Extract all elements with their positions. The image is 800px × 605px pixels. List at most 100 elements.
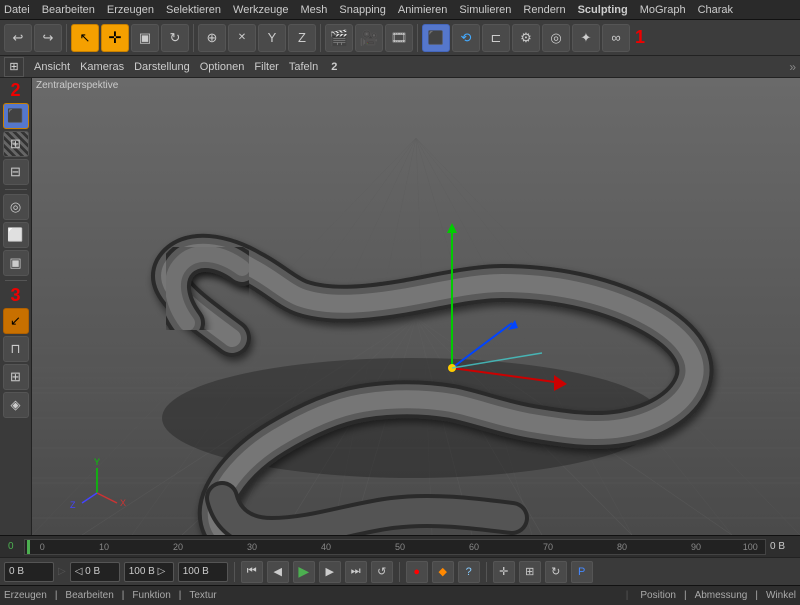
menu-werkzeuge[interactable]: Werkzeuge [233,4,288,16]
sidebar: 2 ⬛ ⊞ ⊟ ◎ ⬜ ▣ 3 ↙ ⊓ ⊞ ◈ [0,78,32,535]
viewport[interactable]: Zentralperspektive [32,78,800,535]
loop-btn[interactable]: ↺ [371,561,393,583]
toolbar-separator [66,24,67,52]
grid2-btn[interactable]: ⊞ [3,364,29,390]
tr-arrow: ▷ [58,566,66,577]
tl-90: 90 [691,542,701,552]
status-winkel: Winkel [766,590,796,601]
status-erzeugen[interactable]: Erzeugen [4,590,47,601]
status-divider: | [626,590,629,601]
prev-frame-btn[interactable]: ◀ [267,561,289,583]
label-1: 1 [635,27,645,48]
timeline-track[interactable]: 0 10 20 30 40 50 60 70 80 90 100 [24,539,766,555]
sidebar-label-2: 2 [10,80,20,101]
tl-20: 20 [173,542,183,552]
tab-kameras[interactable]: Kameras [80,61,124,73]
infinite-btn[interactable]: ∞ [602,24,630,52]
render-btn[interactable]: P [571,561,593,583]
tab-optionen[interactable]: Optionen [200,61,245,73]
pointer-tool[interactable]: ↖ [71,24,99,52]
status-textur[interactable]: Textur [189,590,216,601]
key-btn[interactable]: ◆ [432,561,454,583]
tab-filter[interactable]: Filter [254,61,278,73]
tl-30: 30 [247,542,257,552]
status-sep-2: | [122,590,125,601]
rect-select[interactable]: ✕ [228,24,256,52]
help-btn[interactable]: ? [458,561,480,583]
menu-erzeugen[interactable]: Erzeugen [107,4,154,16]
play-btn[interactable]: ▶ [293,561,315,583]
free-select[interactable]: Z [288,24,316,52]
view-box2-btn[interactable]: ▣ [3,250,29,276]
film-btn[interactable]: 🎬 [325,24,353,52]
circle-select[interactable]: Y [258,24,286,52]
menu-datei[interactable]: Datei [4,4,30,16]
view-solid-btn[interactable]: ⬛ [3,103,29,129]
diamond-btn[interactable]: ◈ [3,392,29,418]
status-position: Position [640,590,676,601]
tl-0: 0 [40,542,45,552]
sweep-btn[interactable]: ⟲ [452,24,480,52]
field-btn[interactable]: ◎ [542,24,570,52]
view-checker-btn[interactable]: ⊞ [3,131,29,157]
tab-tafeln[interactable]: Tafeln [289,61,318,73]
snap-btn[interactable]: ↻ [545,561,567,583]
record-btn[interactable]: ● [406,561,428,583]
transport-field-3[interactable]: 100 B ▷ [124,562,174,582]
status-bar: Erzeugen | Bearbeiten | Funktion | Textu… [0,585,800,605]
magnet-btn[interactable]: ⊓ [3,336,29,362]
go-start-btn[interactable]: ⏮ [241,561,263,583]
menu-sculpting[interactable]: Sculpting [578,4,628,16]
expand-btn[interactable]: » [789,60,796,74]
rotate-tool[interactable]: ↻ [161,24,189,52]
view-icon[interactable]: ⊞ [4,57,24,77]
menu-charak[interactable]: Charak [698,4,733,16]
menu-animieren[interactable]: Animieren [398,4,448,16]
tl-60: 60 [469,542,479,552]
tr-sep-2 [399,562,400,582]
transform-btn[interactable]: ✛ [493,561,515,583]
timeline-end-label: 0 B [766,541,796,552]
viewport-label: Zentralperspektive [36,80,118,91]
menu-snapping[interactable]: Snapping [339,4,386,16]
transport-field-4[interactable]: 100 B [178,562,228,582]
menu-simulieren[interactable]: Simulieren [459,4,511,16]
film2-btn[interactable]: 🎥 [355,24,383,52]
tab-ansicht[interactable]: Ansicht [34,61,70,73]
undo-button[interactable]: ↩ [4,24,32,52]
live-select[interactable]: ⊕ [198,24,226,52]
redo-button[interactable]: ↪ [34,24,62,52]
tab-darstellung[interactable]: Darstellung [134,61,190,73]
menu-mesh[interactable]: Mesh [300,4,327,16]
status-sep-3: | [179,590,182,601]
tl-40: 40 [321,542,331,552]
clapboard-btn[interactable]: 🎞 [385,24,413,52]
menu-rendern[interactable]: Rendern [523,4,565,16]
scale-tool[interactable]: ▣ [131,24,159,52]
view-wire-btn[interactable]: ⊟ [3,159,29,185]
toolbar-view: ⊞ Ansicht Kameras Darstellung Optionen F… [0,56,800,78]
go-end-btn[interactable]: ⏭ [345,561,367,583]
timeline[interactable]: 0 0 10 20 30 40 50 60 70 80 90 100 0 B [0,535,800,557]
spline-btn[interactable]: ⊏ [482,24,510,52]
svg-text:Y: Y [94,457,100,467]
deform-btn[interactable]: ⚙ [512,24,540,52]
transport-field-2[interactable]: ◁ 0 B [70,562,120,582]
menu-mograph[interactable]: MoGraph [640,4,686,16]
status-bearbeiten[interactable]: Bearbeiten [65,590,113,601]
boole-btn[interactable]: ✦ [572,24,600,52]
cursor-tool-btn[interactable]: ↙ [3,308,29,334]
menu-selektieren[interactable]: Selektieren [166,4,221,16]
toolbar-separator-4 [417,24,418,52]
scene-svg: Y X Z [32,78,800,535]
coord-btn[interactable]: ⊞ [519,561,541,583]
menu-bearbeiten[interactable]: Bearbeiten [42,4,95,16]
view-sphere-btn[interactable]: ◎ [3,194,29,220]
status-funktion[interactable]: Funktion [132,590,170,601]
cube-btn[interactable]: ⬛ [422,24,450,52]
transport-field-1[interactable]: 0 B [4,562,54,582]
view-cube-btn[interactable]: ⬜ [3,222,29,248]
move-tool[interactable]: ✛ [101,24,129,52]
main-area: 2 ⬛ ⊞ ⊟ ◎ ⬜ ▣ 3 ↙ ⊓ ⊞ ◈ Zentralperspekti… [0,78,800,535]
next-frame-btn[interactable]: ▶ [319,561,341,583]
